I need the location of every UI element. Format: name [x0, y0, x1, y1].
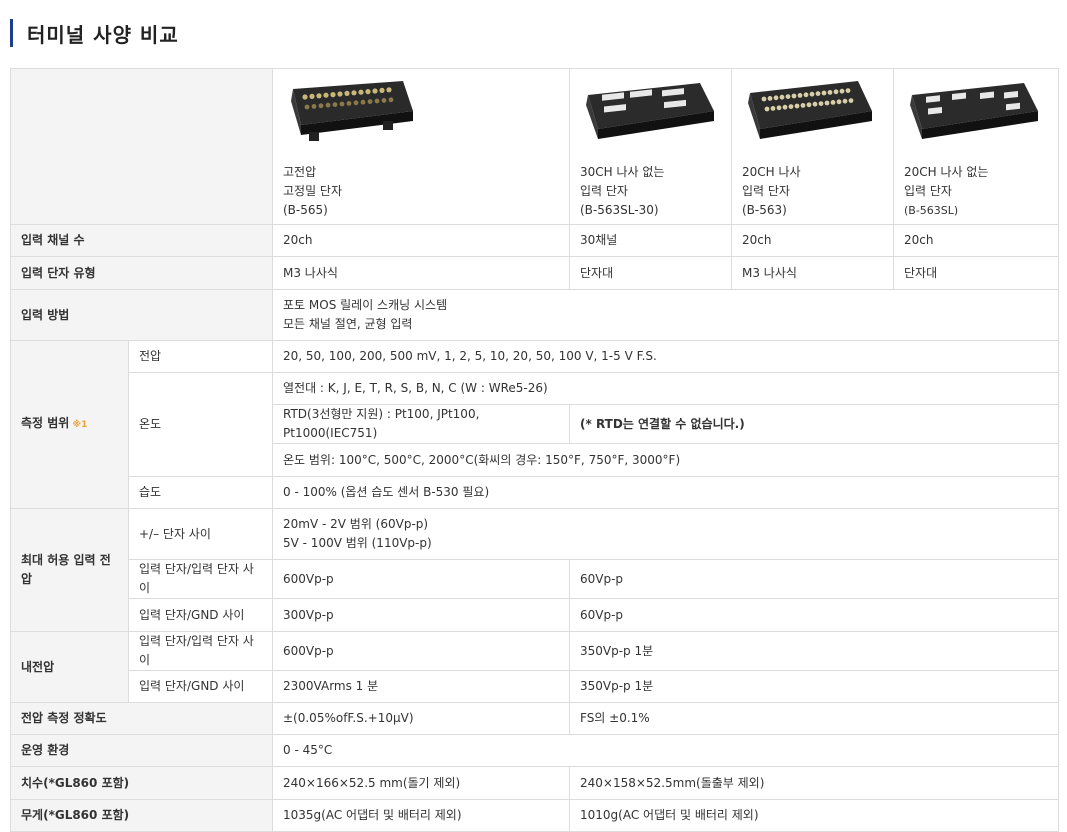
- row-environment: 운영 환경 0 - 45°C: [10, 734, 1059, 767]
- value-max-input-gnd-2: 60Vp-p: [569, 598, 1059, 632]
- value-dimensions-2: 240×158×52.5mm(돌출부 제외): [569, 766, 1059, 800]
- value-channels-b563: 20ch: [731, 224, 894, 257]
- value-withstand-gnd-1: 2300VArms 1 분: [272, 670, 570, 703]
- title-accent-bar: [10, 19, 13, 47]
- value-range-voltage: 20, 50, 100, 200, 500 mV, 1, 2, 5, 10, 2…: [272, 340, 1059, 373]
- row-input-method: 입력 방법 포토 MOS 릴레이 스캐닝 시스템 모든 채널 절연, 균형 입력: [10, 289, 1059, 341]
- value-max-input-io-2: 60Vp-p: [569, 559, 1059, 599]
- sub-label-withstand-io: 입력 단자/입력 단자 사이: [128, 631, 273, 671]
- product-image-b563: [742, 75, 883, 155]
- value-humidity: 0 - 100% (옵션 습도 센서 B-530 필요): [272, 476, 1059, 509]
- row-range-humidity: 습도 0 - 100% (옵션 습도 센서 B-530 필요): [11, 476, 1059, 509]
- label-input-method: 입력 방법: [10, 289, 273, 341]
- sub-label-humidity: 습도: [128, 476, 273, 509]
- value-thermocouple: 열전대 : K, J, E, T, R, S, B, N, C (W : WRe…: [272, 372, 1059, 405]
- sub-label-io: 입력 단자/입력 단자 사이: [128, 559, 273, 599]
- product-name-b563sl-30: 30CH 나사 없는 입력 단자 (B-563SL-30): [580, 165, 665, 217]
- value-input-method: 포토 MOS 릴레이 스캐닝 시스템 모든 채널 절연, 균형 입력: [272, 289, 1059, 341]
- sub-label-withstand-gnd: 입력 단자/GND 사이: [128, 670, 273, 703]
- row-max-input-pm: 최대 허용 입력 전압 +/– 단자 사이 20mV - 2V 범위 (60Vp…: [10, 508, 1059, 632]
- product-cell-b563sl: 20CH 나사 없는 입력 단자 (B-563SL): [893, 68, 1059, 225]
- sub-label-voltage: 전압: [128, 340, 273, 373]
- value-weight-1: 1035g(AC 어댑터 및 배터리 제외): [272, 799, 570, 832]
- product-cell-b563sl-30: 30CH 나사 없는 입력 단자 (B-563SL-30): [569, 68, 732, 225]
- value-withstand-io-2: 350Vp-p 1분: [569, 631, 1059, 671]
- label-accuracy: 전압 측정 정확도: [10, 702, 273, 735]
- value-weight-2: 1010g(AC 어댑터 및 배터리 제외): [569, 799, 1059, 832]
- row-range-thermocouple: 온도 열전대 : K, J, E, T, R, S, B, N, C (W : …: [11, 372, 1059, 477]
- value-rtd-note: (* RTD는 연결할 수 없습니다.): [569, 404, 1059, 444]
- value-environment: 0 - 45°C: [272, 734, 1059, 767]
- spec-comparison-table: 고전압 고정밀 단자 (B-565) 30CH 나사 없는 입력 단자 (B-5…: [10, 68, 1059, 832]
- value-temp-range: 온도 범위: 100°C, 500°C, 2000°C(화씨의 경우: 150°…: [272, 443, 1059, 477]
- label-max-input: 최대 허용 입력 전압: [10, 508, 129, 632]
- page-title: 터미널 사양 비교: [27, 22, 179, 47]
- label-dimensions: 치수(*GL860 포함): [10, 766, 273, 800]
- value-withstand-gnd-2: 350Vp-p 1분: [569, 670, 1059, 703]
- row-accuracy: 전압 측정 정확도 ±(0.05%ofF.S.+10μV) FS의 ±0.1%: [10, 702, 1059, 735]
- label-terminal-type: 입력 단자 유형: [10, 256, 273, 290]
- page-header: 터미널 사양 비교: [10, 18, 179, 48]
- terminal-block-icon: [910, 83, 1038, 139]
- product-header-row: 고전압 고정밀 단자 (B-565) 30CH 나사 없는 입력 단자 (B-5…: [10, 68, 1059, 225]
- value-max-input-pm: 20mV - 2V 범위 (60Vp-p) 5V - 100V 범위 (110V…: [272, 508, 1059, 560]
- value-dimensions-1: 240×166×52.5 mm(돌기 제외): [272, 766, 570, 800]
- label-channels: 입력 채널 수: [10, 224, 273, 257]
- value-channels-b563sl: 20ch: [893, 224, 1059, 257]
- label-withstand: 내전압: [10, 631, 129, 703]
- terminal-block-icon: [748, 81, 872, 139]
- product-cell-b563: 20CH 나사 입력 단자 (B-563): [731, 68, 894, 225]
- row-channels: 입력 채널 수 20ch 30채널 20ch 20ch: [10, 224, 1059, 257]
- product-image-b563sl-30: [580, 75, 721, 155]
- value-max-input-io-1: 600Vp-p: [272, 559, 570, 599]
- sub-label-pm: +/– 단자 사이: [128, 508, 273, 560]
- product-image-b565: [283, 75, 559, 155]
- row-withstand-io: 내전압 입력 단자/입력 단자 사이 600Vp-p 350Vp-p 1분: [10, 631, 1059, 703]
- sub-label-temperature: 온도: [128, 372, 273, 477]
- product-name-b563sl: 20CH 나사 없는 입력 단자 (B-563SL): [904, 165, 989, 217]
- product-image-b563sl: [904, 75, 1048, 155]
- product-name-b563: 20CH 나사 입력 단자 (B-563): [742, 165, 801, 217]
- label-environment: 운영 환경: [10, 734, 273, 767]
- row-withstand-gnd: 입력 단자/GND 사이 2300VArms 1 분 350Vp-p 1분: [11, 670, 1059, 703]
- product-name-b565: 고전압 고정밀 단자 (B-565): [283, 165, 343, 217]
- value-withstand-io-1: 600Vp-p: [272, 631, 570, 671]
- row-range-voltage: 측정 범위 ※1 전압 20, 50, 100, 200, 500 mV, 1, …: [10, 340, 1059, 509]
- label-weight: 무게(*GL860 포함): [10, 799, 273, 832]
- value-accuracy-2: FS의 ±0.1%: [569, 702, 1059, 735]
- value-channels-b565: 20ch: [272, 224, 570, 257]
- corner-cell: [10, 68, 273, 225]
- value-channels-b563sl-30: 30채널: [569, 224, 732, 257]
- value-terminal-type-b563sl-30: 단자대: [569, 256, 732, 290]
- terminal-block-icon: [586, 83, 714, 139]
- label-measure-range: 측정 범위 ※1: [10, 340, 129, 509]
- sub-label-gnd: 입력 단자/GND 사이: [128, 598, 273, 632]
- row-max-input-io: 입력 단자/입력 단자 사이 600Vp-p 60Vp-p: [11, 559, 1059, 599]
- row-weight: 무게(*GL860 포함) 1035g(AC 어댑터 및 배터리 제외) 101…: [10, 799, 1059, 832]
- value-rtd: RTD(3선형만 지원) : Pt100, JPt100, Pt1000(IEC…: [272, 404, 570, 444]
- footnote-mark: ※1: [72, 420, 88, 430]
- value-terminal-type-b563sl: 단자대: [893, 256, 1059, 290]
- terminal-block-icon: [291, 81, 413, 141]
- row-dimensions: 치수(*GL860 포함) 240×166×52.5 mm(돌기 제외) 240…: [10, 766, 1059, 800]
- product-cell-b565: 고전압 고정밀 단자 (B-565): [272, 68, 570, 225]
- row-terminal-type: 입력 단자 유형 M3 나사식 단자대 M3 나사식 단자대: [10, 256, 1059, 290]
- row-max-input-gnd: 입력 단자/GND 사이 300Vp-p 60Vp-p: [11, 598, 1059, 632]
- value-terminal-type-b563: M3 나사식: [731, 256, 894, 290]
- value-terminal-type-b565: M3 나사식: [272, 256, 570, 290]
- value-accuracy-1: ±(0.05%ofF.S.+10μV): [272, 702, 570, 735]
- value-max-input-gnd-1: 300Vp-p: [272, 598, 570, 632]
